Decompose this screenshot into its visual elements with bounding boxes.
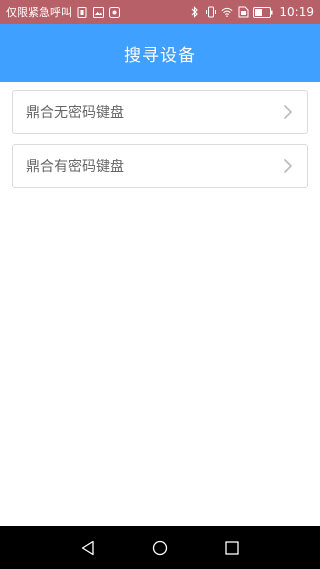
device-item-label: 鼎合无密码键盘	[26, 105, 124, 121]
image-icon	[92, 6, 104, 18]
bluetooth-icon	[189, 6, 201, 18]
status-left: 仅限紧急呼叫	[6, 4, 120, 20]
carrier-text: 仅限紧急呼叫	[6, 6, 72, 19]
battery-icon	[253, 6, 273, 18]
message-icon	[108, 6, 120, 18]
wifi-icon	[221, 6, 233, 18]
chevron-right-icon	[283, 158, 293, 174]
device-item-no-password-keyboard[interactable]: 鼎合无密码键盘	[12, 90, 308, 134]
home-icon[interactable]	[148, 536, 172, 560]
status-time: 10:19	[279, 5, 314, 19]
device-item-password-keyboard[interactable]: 鼎合有密码键盘	[12, 144, 308, 188]
status-bar: 仅限紧急呼叫 10:19	[0, 0, 320, 24]
chevron-right-icon	[283, 104, 293, 120]
vibrate-icon	[205, 6, 217, 18]
sim-card-icon	[237, 6, 249, 18]
sim-icon	[76, 6, 88, 18]
device-item-label: 鼎合有密码键盘	[26, 159, 124, 175]
status-right: 10:19	[189, 5, 314, 19]
back-icon[interactable]	[76, 536, 100, 560]
page-title: 搜寻设备	[124, 45, 196, 66]
recents-icon[interactable]	[220, 536, 244, 560]
app-bar: 搜寻设备	[0, 24, 320, 82]
navigation-bar	[0, 526, 320, 569]
